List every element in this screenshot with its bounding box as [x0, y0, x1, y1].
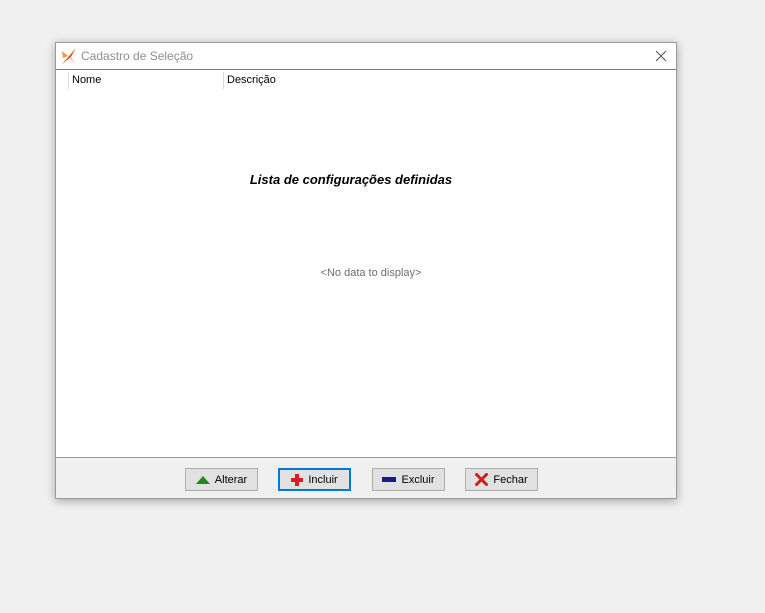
x-icon — [475, 473, 489, 486]
window-title: Cadastro de Seleção — [81, 49, 194, 63]
column-header-descricao[interactable]: Descrição — [223, 72, 423, 89]
incluir-button-label: Incluir — [308, 473, 338, 486]
fechar-button[interactable]: Fechar — [465, 468, 538, 491]
minus-icon — [382, 476, 397, 483]
incluir-button[interactable]: Incluir — [278, 468, 351, 491]
alterar-button[interactable]: Alterar — [185, 468, 258, 491]
column-header-nome[interactable]: Nome — [68, 72, 224, 89]
empty-state-text: <No data to display> — [320, 267, 422, 279]
dialog-window: Cadastro de Seleção Nome Descrição Lista… — [55, 42, 677, 499]
fechar-button-label: Fechar — [493, 473, 528, 486]
grid-header: Nome Descrição — [56, 70, 676, 90]
button-bar: Alterar Incluir Excluir Fechar — [56, 458, 676, 498]
title-bar[interactable]: Cadastro de Seleção — [56, 43, 676, 69]
triangle-up-icon — [195, 475, 210, 485]
close-icon — [655, 50, 667, 62]
alterar-button-label: Alterar — [214, 473, 248, 486]
grid-panel[interactable]: Nome Descrição Lista de configurações de… — [56, 69, 676, 458]
list-caption: Lista de configurações definidas — [249, 172, 453, 187]
excluir-button[interactable]: Excluir — [372, 468, 445, 491]
app-logo-icon — [60, 47, 78, 65]
excluir-button-label: Excluir — [401, 473, 435, 486]
close-button[interactable] — [646, 43, 676, 69]
plus-icon — [291, 473, 304, 486]
